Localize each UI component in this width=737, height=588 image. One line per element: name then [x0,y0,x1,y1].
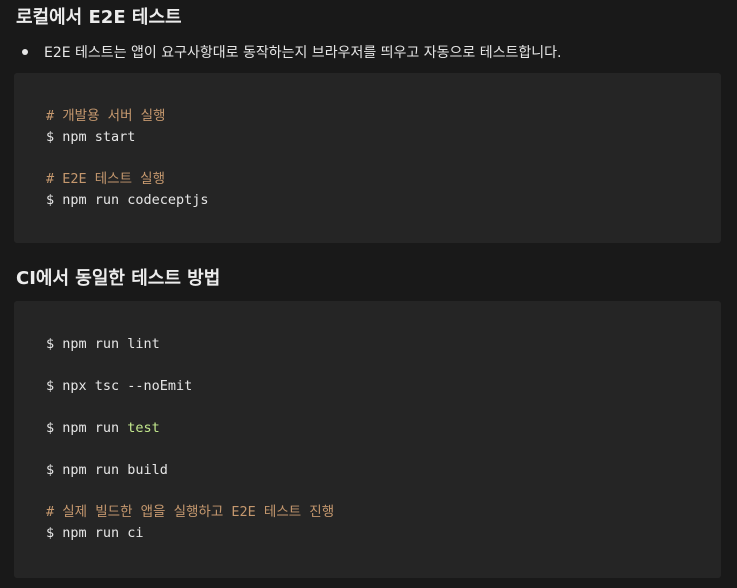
code-command: $ npm run lint [46,336,160,352]
code-keyword-test: test [127,420,160,436]
code-command: $ npm start [46,129,136,145]
code-command: $ npm run codeceptjs [46,192,209,208]
section-heading-ci-test: CI에서 동일한 테스트 방법 [16,268,221,289]
section-heading-local-e2e: 로컬에서 E2E 테스트 [16,7,182,28]
bullet-dot-icon [22,49,28,55]
code-block-ci[interactable]: $ npm run lint $ npx tsc --noEmit $ npm … [14,301,721,578]
bullet-item: E2E 테스트는 앱이 요구사항대로 동작하는지 브라우저를 띄우고 자동으로 … [22,41,561,63]
code-comment: # 개발용 서버 실행 [46,108,166,124]
code-command-prefix: $ npm run [46,420,128,436]
code-command: $ npm run test [46,418,721,439]
code-command: $ npm run build [46,462,168,478]
code-command: $ npm run ci [46,525,144,541]
code-comment: # E2E 테스트 실행 [46,171,165,187]
code-comment: # 실제 빌드한 앱을 실행하고 E2E 테스트 진행 [46,504,335,520]
bullet-text: E2E 테스트는 앱이 요구사항대로 동작하는지 브라우저를 띄우고 자동으로 … [44,45,562,61]
code-command: $ npx tsc --noEmit [46,378,193,394]
code-block-local[interactable]: # 개발용 서버 실행 $ npm start # E2E 테스트 실행 $ n… [14,73,721,243]
